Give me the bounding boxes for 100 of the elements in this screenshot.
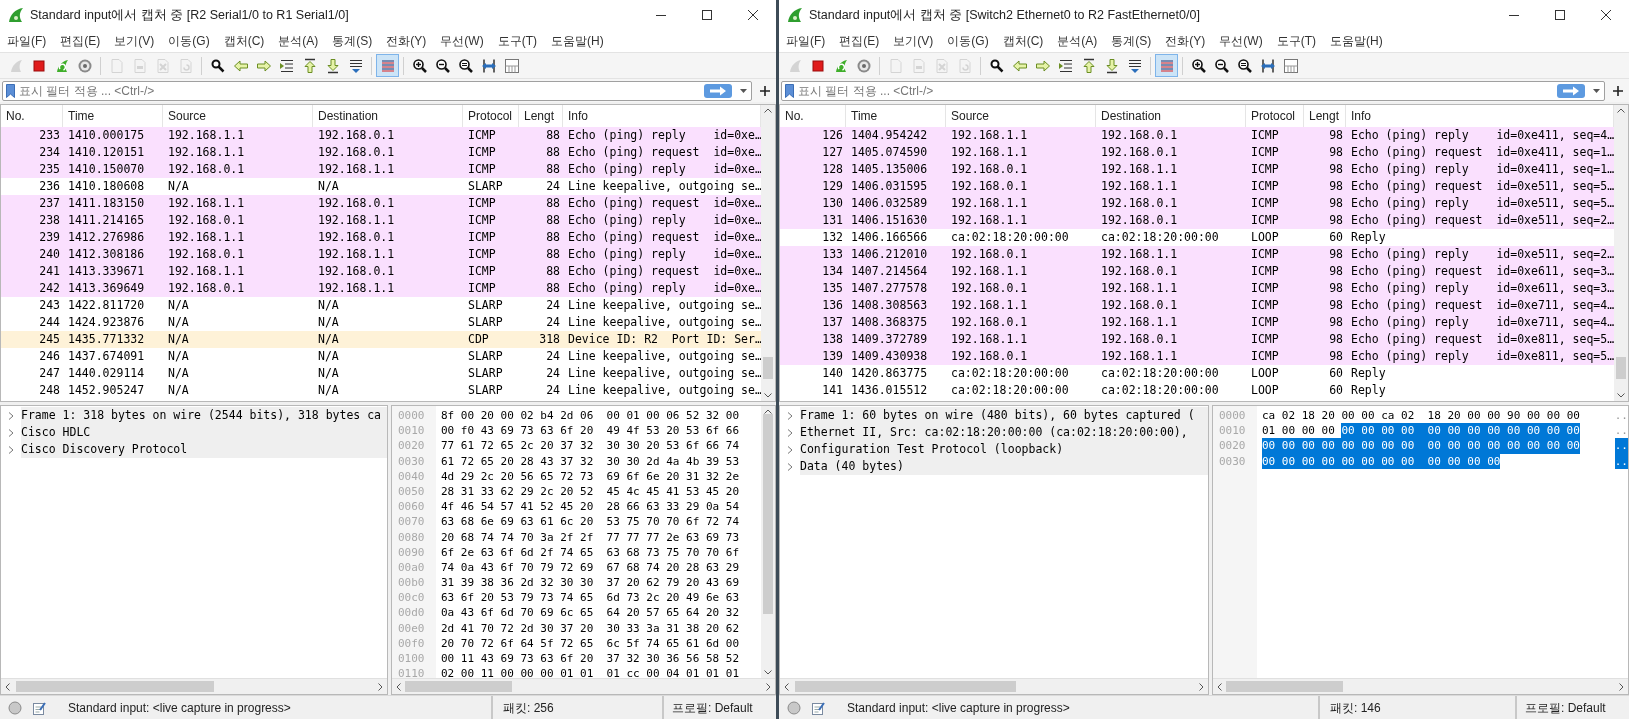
display-filter-field[interactable]: 표시 필터 적용 ... <Ctrl-/> (781, 80, 1605, 101)
packet-row[interactable]: 138 1409.372789 192.168.1.1 192.168.0.1 ICMP 98 Echo (ping) request id=0xe811, seq=5… (780, 331, 1614, 348)
hex-bytes[interactable]: 31 39 38 36 2d 32 30 30 37 20 62 79 20 43 69 (441, 575, 739, 591)
scrollbar-thumb[interactable] (1616, 357, 1626, 379)
hex-bytes[interactable]: 01 00 00 00 (1262, 423, 1335, 439)
left-caret-icon[interactable] (1217, 682, 1222, 691)
menu-item[interactable]: 편집(E) (834, 32, 885, 50)
packet-row[interactable]: 235 1410.150070 192.168.0.1 192.168.1.1 ICMP 88 Echo (ping) reply id=0xe… (1, 161, 761, 178)
notepad-icon[interactable] (811, 700, 825, 715)
packet-row[interactable]: 130 1406.032589 192.168.1.1 192.168.0.1 ICMP 98 Echo (ping) reply id=0xe511, seq=5… (780, 195, 1614, 212)
right-caret-icon[interactable] (1619, 682, 1624, 691)
hex-bytes[interactable]: 4d 29 2c 20 56 65 72 73 69 6f 6e 20 31 32 2e (441, 468, 739, 484)
packet-row[interactable]: 241 1413.339671 192.168.1.1 192.168.0.1 ICMP 88 Echo (ping) request id=0xe… (1, 263, 761, 280)
down-caret-icon[interactable] (764, 393, 772, 398)
scrollbar-thumb[interactable] (795, 681, 1017, 692)
menu-item[interactable]: 파일(F) (781, 32, 831, 50)
packet-row[interactable]: 128 1405.135006 192.168.0.1 192.168.1.1 ICMP 98 Echo (ping) reply id=0xe411, seq=1… (780, 161, 1614, 178)
scrollbar-thumb[interactable] (763, 357, 773, 379)
scrollbar[interactable] (1213, 678, 1628, 694)
ascii-bytes[interactable]: .. (1614, 438, 1628, 454)
left-caret-icon[interactable] (396, 682, 401, 691)
hex-bytes[interactable]: 00 00 00 00 00 00 00 00 00 00 00 00 00 00 00 00 (1262, 438, 1580, 454)
bookmark-icon[interactable] (785, 83, 794, 98)
tree-item[interactable]: Cisco Discovery Protocol (21, 441, 387, 458)
tree-item[interactable]: Data (40 bytes) (800, 458, 1208, 475)
apply-filter-button[interactable] (704, 83, 732, 98)
tree-item[interactable]: Ethernet II, Src: ca:02:18:20:00:00 (ca:02:18:20:00:00), (800, 424, 1208, 441)
plus-icon[interactable] (760, 85, 770, 96)
menu-item[interactable]: 도구(T) (1271, 32, 1321, 50)
chevron-right-icon[interactable] (786, 428, 794, 437)
hex-bytes[interactable]: 20 70 72 6f 64 5f 72 65 6c 5f 74 65 61 6d 00 (441, 635, 739, 651)
packet-row[interactable]: 126 1404.954242 192.168.1.1 192.168.0.1 ICMP 98 Echo (ping) reply id=0xe411, seq=4… (780, 127, 1614, 144)
menu-item[interactable]: 이동(G) (942, 32, 994, 50)
hex-bytes[interactable]: 00 f0 43 69 73 63 6f 20 49 4f 53 20 53 6f 66 (441, 423, 739, 439)
menu-item[interactable]: 무선(W) (435, 32, 489, 50)
packet-row[interactable]: 237 1411.183150 192.168.1.1 192.168.0.1 ICMP 88 Echo (ping) request id=0xe… (1, 195, 761, 212)
packet-row[interactable]: 239 1412.276986 192.168.1.1 192.168.0.1 ICMP 88 Echo (ping) request id=0xe… (1, 229, 761, 246)
hex-bytes[interactable]: 00 00 00 00 00 00 00 00 00 00 00 00 (1341, 423, 1580, 439)
circle-icon[interactable] (8, 700, 22, 715)
packet-row[interactable]: 238 1411.214165 192.168.0.1 192.168.1.1 ICMP 88 Echo (ping) reply id=0xe… (1, 212, 761, 229)
menu-item[interactable]: 통계(S) (1106, 32, 1157, 50)
scrollbar[interactable] (761, 406, 775, 678)
hex-bytes[interactable]: 2d 41 70 72 2d 30 37 20 30 33 3a 31 38 20 62 (441, 620, 739, 636)
scrollbar-thumb[interactable] (405, 681, 513, 692)
hex-bytes[interactable]: 6f 2e 63 6f 6d 2f 74 65 63 68 73 75 70 70 6f (441, 544, 739, 560)
hex-bytes[interactable]: 8f 00 20 00 02 b4 2d 06 00 01 00 06 52 32 00 (441, 408, 739, 424)
down-caret-icon[interactable] (1617, 393, 1625, 398)
up-caret-icon[interactable] (764, 409, 772, 414)
hex-bytes[interactable]: 4f 46 54 57 41 52 45 20 28 66 63 33 29 0a 54 (441, 499, 739, 515)
hex-bytes[interactable]: ca 02 18 20 00 00 ca 02 18 20 00 00 90 00 00 00 (1262, 408, 1580, 424)
packet-row[interactable]: 135 1407.277578 192.168.0.1 192.168.1.1 ICMP 98 Echo (ping) reply id=0xe611, seq=3… (780, 280, 1614, 297)
tree-item[interactable]: Frame 1: 318 bytes on wire (2544 bits), 318 bytes ca (21, 407, 387, 424)
packet-row[interactable]: 129 1406.031595 192.168.0.1 192.168.1.1 ICMP 98 Echo (ping) request id=0xe511, seq=5… (780, 178, 1614, 195)
menu-item[interactable]: 무선(W) (1214, 32, 1268, 50)
scrollbar[interactable] (1, 678, 387, 694)
packet-row[interactable]: 127 1405.074590 192.168.1.1 192.168.0.1 ICMP 98 Echo (ping) request id=0xe411, seq=1… (780, 144, 1614, 161)
tree-item[interactable]: Configuration Test Protocol (loopback) (800, 441, 1208, 458)
chevron-right-icon[interactable] (786, 411, 794, 420)
packet-row[interactable]: 136 1408.308563 192.168.1.1 192.168.0.1 ICMP 98 Echo (ping) request id=0xe711, seq=4… (780, 297, 1614, 314)
scrollbar-thumb[interactable] (16, 681, 214, 692)
menu-item[interactable]: 편집(E) (55, 32, 106, 50)
dropdown-caret-icon[interactable] (1593, 88, 1600, 93)
right-caret-icon[interactable] (1199, 682, 1204, 691)
hex-bytes[interactable]: 28 31 33 62 29 2c 20 52 45 4c 45 41 53 45 20 (441, 483, 739, 500)
menu-item[interactable]: 전화(Y) (381, 32, 432, 50)
down-caret-icon[interactable] (764, 670, 772, 675)
chevron-right-icon[interactable] (786, 462, 794, 471)
left-caret-icon[interactable] (5, 682, 10, 691)
menu-item[interactable]: 보기(V) (888, 32, 939, 50)
menu-item[interactable]: 분석(A) (273, 32, 324, 50)
scrollbar[interactable] (761, 105, 775, 401)
right-caret-icon[interactable] (378, 682, 383, 691)
apply-filter-button[interactable] (1557, 83, 1585, 98)
scrollbar-thumb[interactable] (763, 414, 773, 614)
hex-bytes[interactable]: 61 72 65 20 28 43 37 32 30 30 2d 4a 4b 39 53 (441, 453, 739, 469)
notepad-icon[interactable] (32, 700, 46, 715)
scrollbar[interactable] (1614, 105, 1628, 401)
menu-item[interactable]: 보기(V) (109, 32, 160, 50)
packet-row[interactable]: 234 1410.120151 192.168.1.1 192.168.0.1 ICMP 88 Echo (ping) request id=0xe… (1, 144, 761, 161)
scrollbar-thumb[interactable] (1226, 681, 1343, 692)
menu-item[interactable]: 이동(G) (163, 32, 215, 50)
left-caret-icon[interactable] (784, 682, 789, 691)
right-caret-icon[interactable] (766, 682, 771, 691)
chevron-right-icon[interactable] (7, 445, 15, 454)
packet-row[interactable]: 245 1435.771332 N/A N/A CDP 318 Device ID: R2 Port ID: Ser… (1, 331, 761, 348)
hex-bytes[interactable]: 77 61 72 65 2c 20 37 32 30 30 20 53 6f 66 74 (441, 438, 739, 454)
tree-item[interactable]: Frame 1: 60 bytes on wire (480 bits), 60 bytes captured ( (800, 407, 1208, 424)
circle-icon[interactable] (787, 700, 801, 715)
menu-item[interactable]: 도구(T) (492, 32, 542, 50)
packet-row[interactable]: 133 1406.212010 192.168.0.1 192.168.1.1 ICMP 98 Echo (ping) reply id=0xe511, seq=2… (780, 246, 1614, 263)
scrollbar[interactable] (392, 678, 775, 694)
hex-bytes[interactable]: 63 6f 20 53 79 73 74 65 6d 73 2c 20 49 6e 63 (441, 590, 739, 606)
menu-item[interactable]: 캡처(C) (218, 32, 270, 50)
packet-row[interactable]: 137 1408.368375 192.168.0.1 192.168.1.1 ICMP 98 Echo (ping) reply id=0xe711, seq=4… (780, 314, 1614, 331)
hex-bytes[interactable]: 74 0a 43 6f 70 79 72 69 67 68 74 20 28 63 29 (441, 559, 739, 576)
menu-item[interactable]: 통계(S) (327, 32, 378, 50)
menu-item[interactable]: 캡처(C) (997, 32, 1049, 50)
packet-row[interactable]: 240 1412.308186 192.168.0.1 192.168.1.1 ICMP 88 Echo (ping) reply id=0xe… (1, 246, 761, 263)
menu-item[interactable]: 도움말(H) (546, 32, 609, 50)
hex-bytes[interactable]: 20 68 74 74 70 3a 2f 2f 77 77 77 2e 63 69 73 (441, 529, 739, 545)
